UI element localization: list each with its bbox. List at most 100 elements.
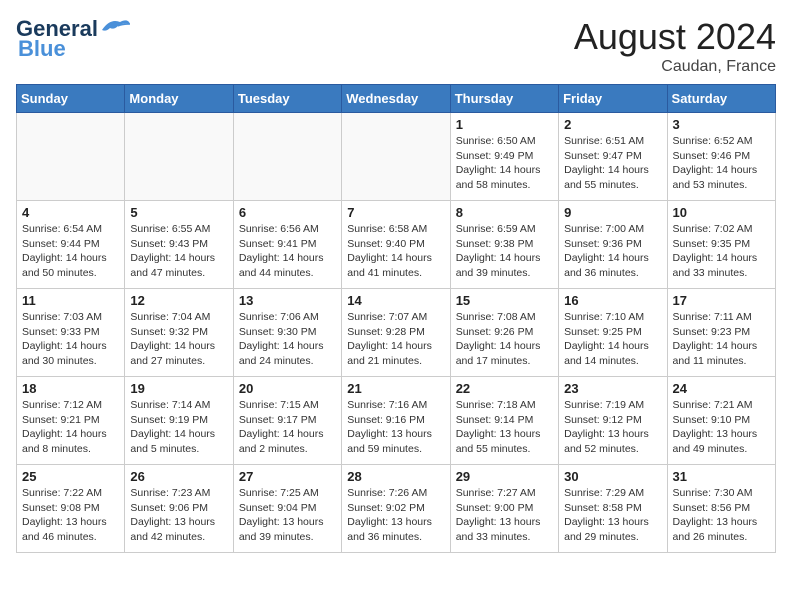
calendar-cell: 13 Sunrise: 7:06 AMSunset: 9:30 PMDayligh… — [233, 289, 341, 377]
day-number: 14 — [347, 293, 444, 308]
calendar-cell: 5 Sunrise: 6:55 AMSunset: 9:43 PMDaylight… — [125, 201, 233, 289]
day-info: Sunrise: 7:08 AMSunset: 9:26 PMDaylight:… — [456, 310, 553, 369]
calendar-cell: 26 Sunrise: 7:23 AMSunset: 9:06 PMDayligh… — [125, 465, 233, 553]
page-header: General Blue August 2024 Caudan, France — [16, 16, 776, 76]
day-info: Sunrise: 7:14 AMSunset: 9:19 PMDaylight:… — [130, 398, 227, 457]
calendar-cell: 16Sunrise: 7:10 AMSunset: 9:25 PMDayligh… — [559, 289, 667, 377]
day-number: 4 — [22, 205, 119, 220]
day-number: 20 — [239, 381, 336, 396]
calendar-cell: 12Sunrise: 7:04 AMSunset: 9:32 PMDayligh… — [125, 289, 233, 377]
weekday-header-friday: Friday — [559, 85, 667, 113]
weekday-header-tuesday: Tuesday — [233, 85, 341, 113]
calendar-week-2: 4 Sunrise: 6:54 AMSunset: 9:44 PMDaylight… — [17, 201, 776, 289]
calendar-week-4: 18 Sunrise: 7:12 AMSunset: 9:21 PMDayligh… — [17, 377, 776, 465]
calendar-cell: 22 Sunrise: 7:18 AMSunset: 9:14 PMDayligh… — [450, 377, 558, 465]
day-number: 2 — [564, 117, 661, 132]
day-number: 9 — [564, 205, 661, 220]
day-number: 17 — [673, 293, 770, 308]
calendar-cell: 4 Sunrise: 6:54 AMSunset: 9:44 PMDaylight… — [17, 201, 125, 289]
calendar-cell: 10 Sunrise: 7:02 AMSunset: 9:35 PMDayligh… — [667, 201, 775, 289]
day-info: Sunrise: 7:19 AMSunset: 9:12 PMDaylight:… — [564, 398, 661, 457]
weekday-header-saturday: Saturday — [667, 85, 775, 113]
day-info: Sunrise: 7:02 AMSunset: 9:35 PMDaylight:… — [673, 222, 770, 281]
day-info: Sunrise: 7:15 AMSunset: 9:17 PMDaylight:… — [239, 398, 336, 457]
day-number: 3 — [673, 117, 770, 132]
day-info: Sunrise: 7:25 AMSunset: 9:04 PMDaylight:… — [239, 486, 336, 545]
day-info: Sunrise: 7:27 AMSunset: 9:00 PMDaylight:… — [456, 486, 553, 545]
day-number: 15 — [456, 293, 553, 308]
logo: General Blue — [16, 16, 132, 62]
calendar-cell: 15 Sunrise: 7:08 AMSunset: 9:26 PMDayligh… — [450, 289, 558, 377]
calendar-cell: 2 Sunrise: 6:51 AMSunset: 9:47 PMDaylight… — [559, 113, 667, 201]
calendar-cell: 24 Sunrise: 7:21 AMSunset: 9:10 PMDayligh… — [667, 377, 775, 465]
logo-bird-icon — [100, 16, 132, 38]
day-info: Sunrise: 6:55 AMSunset: 9:43 PMDaylight:… — [130, 222, 227, 281]
calendar-week-5: 25Sunrise: 7:22 AMSunset: 9:08 PMDayligh… — [17, 465, 776, 553]
day-info: Sunrise: 6:54 AMSunset: 9:44 PMDaylight:… — [22, 222, 119, 281]
day-number: 18 — [22, 381, 119, 396]
day-number: 24 — [673, 381, 770, 396]
calendar-week-3: 11 Sunrise: 7:03 AMSunset: 9:33 PMDayligh… — [17, 289, 776, 377]
location: Caudan, France — [574, 58, 776, 76]
calendar-cell: 17 Sunrise: 7:11 AMSunset: 9:23 PMDayligh… — [667, 289, 775, 377]
day-info: Sunrise: 6:51 AMSunset: 9:47 PMDaylight:… — [564, 134, 661, 193]
day-info: Sunrise: 7:06 AMSunset: 9:30 PMDaylight:… — [239, 310, 336, 369]
calendar-cell: 28Sunrise: 7:26 AMSunset: 9:02 PMDayligh… — [342, 465, 450, 553]
day-number: 29 — [456, 469, 553, 484]
day-number: 8 — [456, 205, 553, 220]
day-info: Sunrise: 7:21 AMSunset: 9:10 PMDaylight:… — [673, 398, 770, 457]
day-info: Sunrise: 7:00 AMSunset: 9:36 PMDaylight:… — [564, 222, 661, 281]
weekday-header-wednesday: Wednesday — [342, 85, 450, 113]
day-number: 16 — [564, 293, 661, 308]
day-info: Sunrise: 7:16 AMSunset: 9:16 PMDaylight:… — [347, 398, 444, 457]
day-number: 23 — [564, 381, 661, 396]
calendar-cell: 7Sunrise: 6:58 AMSunset: 9:40 PMDaylight… — [342, 201, 450, 289]
weekday-header-monday: Monday — [125, 85, 233, 113]
day-info: Sunrise: 7:23 AMSunset: 9:06 PMDaylight:… — [130, 486, 227, 545]
calendar-cell — [125, 113, 233, 201]
day-info: Sunrise: 7:26 AMSunset: 9:02 PMDaylight:… — [347, 486, 444, 545]
calendar-cell: 19 Sunrise: 7:14 AMSunset: 9:19 PMDayligh… — [125, 377, 233, 465]
day-info: Sunrise: 6:52 AMSunset: 9:46 PMDaylight:… — [673, 134, 770, 193]
calendar-cell: 31 Sunrise: 7:30 AMSunset: 8:56 PMDayligh… — [667, 465, 775, 553]
title-area: August 2024 Caudan, France — [574, 16, 776, 76]
day-info: Sunrise: 6:59 AMSunset: 9:38 PMDaylight:… — [456, 222, 553, 281]
logo-text-blue: Blue — [18, 36, 66, 61]
day-info: Sunrise: 7:29 AMSunset: 8:58 PMDaylight:… — [564, 486, 661, 545]
day-number: 19 — [130, 381, 227, 396]
calendar-cell: 29 Sunrise: 7:27 AMSunset: 9:00 PMDayligh… — [450, 465, 558, 553]
day-number: 21 — [347, 381, 444, 396]
day-info: Sunrise: 7:18 AMSunset: 9:14 PMDaylight:… — [456, 398, 553, 457]
calendar-cell: 3 Sunrise: 6:52 AMSunset: 9:46 PMDaylight… — [667, 113, 775, 201]
calendar-cell: 11 Sunrise: 7:03 AMSunset: 9:33 PMDayligh… — [17, 289, 125, 377]
day-number: 6 — [239, 205, 336, 220]
calendar-cell: 27Sunrise: 7:25 AMSunset: 9:04 PMDayligh… — [233, 465, 341, 553]
day-number: 22 — [456, 381, 553, 396]
day-number: 25 — [22, 469, 119, 484]
day-info: Sunrise: 7:11 AMSunset: 9:23 PMDaylight:… — [673, 310, 770, 369]
weekday-header-sunday: Sunday — [17, 85, 125, 113]
calendar-cell: 1Sunrise: 6:50 AMSunset: 9:49 PMDaylight… — [450, 113, 558, 201]
weekday-header-thursday: Thursday — [450, 85, 558, 113]
day-number: 30 — [564, 469, 661, 484]
day-info: Sunrise: 7:12 AMSunset: 9:21 PMDaylight:… — [22, 398, 119, 457]
day-number: 10 — [673, 205, 770, 220]
day-number: 5 — [130, 205, 227, 220]
day-info: Sunrise: 7:03 AMSunset: 9:33 PMDaylight:… — [22, 310, 119, 369]
calendar-cell: 14 Sunrise: 7:07 AMSunset: 9:28 PMDayligh… — [342, 289, 450, 377]
day-number: 13 — [239, 293, 336, 308]
calendar-cell: 8 Sunrise: 6:59 AMSunset: 9:38 PMDaylight… — [450, 201, 558, 289]
calendar-cell: 9 Sunrise: 7:00 AMSunset: 9:36 PMDaylight… — [559, 201, 667, 289]
day-number: 31 — [673, 469, 770, 484]
day-info: Sunrise: 7:07 AMSunset: 9:28 PMDaylight:… — [347, 310, 444, 369]
day-number: 26 — [130, 469, 227, 484]
calendar-week-1: 1Sunrise: 6:50 AMSunset: 9:49 PMDaylight… — [17, 113, 776, 201]
calendar-cell: 25Sunrise: 7:22 AMSunset: 9:08 PMDayligh… — [17, 465, 125, 553]
day-info: Sunrise: 6:58 AMSunset: 9:40 PMDaylight:… — [347, 222, 444, 281]
day-info: Sunrise: 6:56 AMSunset: 9:41 PMDaylight:… — [239, 222, 336, 281]
calendar-cell — [233, 113, 341, 201]
day-number: 11 — [22, 293, 119, 308]
day-info: Sunrise: 7:30 AMSunset: 8:56 PMDaylight:… — [673, 486, 770, 545]
weekday-header-row: SundayMondayTuesdayWednesdayThursdayFrid… — [17, 85, 776, 113]
calendar-cell: 20 Sunrise: 7:15 AMSunset: 9:17 PMDayligh… — [233, 377, 341, 465]
